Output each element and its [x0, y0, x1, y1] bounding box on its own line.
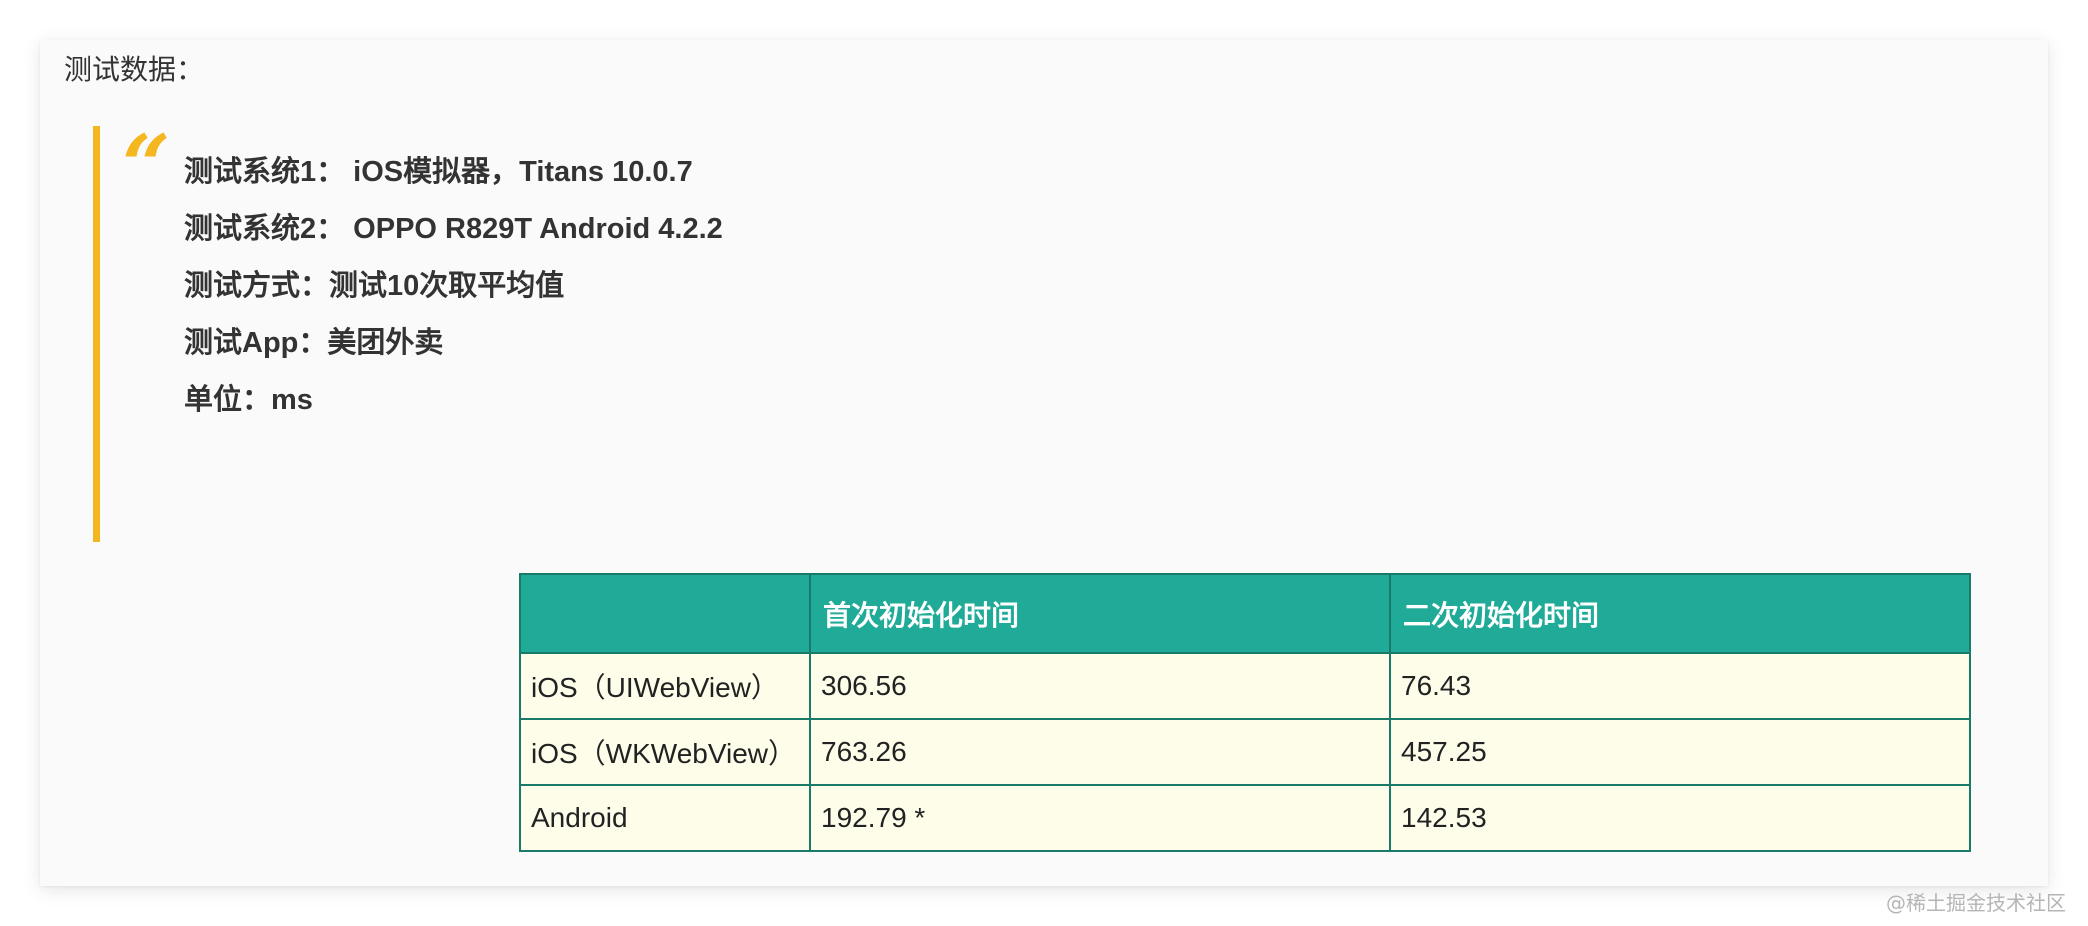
table-cell-platform: iOS（WKWebView）	[519, 718, 811, 786]
table-cell-second-init: 76.43	[1389, 652, 1971, 720]
quote-line-method: 测试方式：测试10次取平均值	[184, 270, 565, 302]
data-table: 首次初始化时间 二次初始化时间 iOS（UIWebView） 306.56 76…	[519, 573, 1971, 852]
quote-line-unit: 单位：ms	[184, 384, 313, 416]
table-row: Android 192.79 * 142.53	[519, 784, 1971, 852]
table-cell-platform: Android	[519, 784, 811, 852]
table-header-row: 首次初始化时间 二次初始化时间	[519, 573, 1971, 654]
table-cell-first-init: 306.56	[809, 652, 1391, 720]
quote-line-system-2: 测试系统2： OPPO R829T Android 4.2.2	[184, 213, 723, 245]
content-card: 测试数据： “ 测试系统1： iOS模拟器，Titans 10.0.7 测试系统…	[40, 40, 2048, 886]
table-cell-second-init: 457.25	[1389, 718, 1971, 786]
table-cell-platform: iOS（UIWebView）	[519, 652, 811, 720]
quote-line-system-1: 测试系统1： iOS模拟器，Titans 10.0.7	[184, 156, 693, 188]
quote-mark-icon: “	[122, 116, 171, 215]
table-header-empty	[519, 573, 811, 654]
table-cell-first-init: 763.26	[809, 718, 1391, 786]
blockquote: “ 测试系统1： iOS模拟器，Titans 10.0.7 测试系统2： OPP…	[93, 116, 1300, 542]
table-header-second-init: 二次初始化时间	[1389, 573, 1971, 654]
section-heading: 测试数据：	[64, 54, 205, 85]
table-row: iOS（WKWebView） 763.26 457.25	[519, 718, 1971, 786]
watermark: @稀土掘金技术社区	[1886, 891, 2066, 915]
table-cell-second-init: 142.53	[1389, 784, 1971, 852]
table-cell-first-init: 192.79 *	[809, 784, 1391, 852]
quote-line-app: 测试App：美团外卖	[184, 327, 444, 359]
table-header-first-init: 首次初始化时间	[809, 573, 1391, 654]
table-row: iOS（UIWebView） 306.56 76.43	[519, 652, 1971, 720]
